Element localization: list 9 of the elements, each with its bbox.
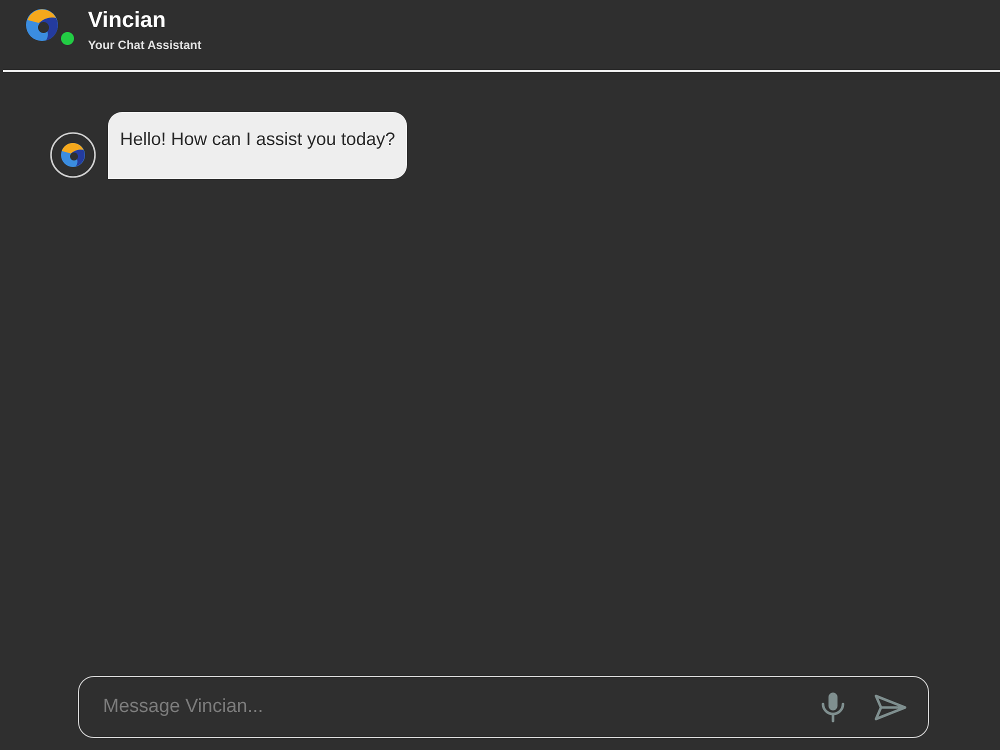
app-subtitle: Your Chat Assistant <box>88 38 202 52</box>
chat-message: Hello! How can I assist you today? <box>108 112 408 179</box>
logo-icon <box>25 8 59 42</box>
microphone-icon <box>821 691 845 723</box>
send-icon <box>874 694 906 720</box>
message-input-field[interactable]: Message Vincian... <box>103 689 806 725</box>
bot-avatar-icon <box>50 132 96 178</box>
app-title: Vincian <box>88 7 167 33</box>
message-composer[interactable]: Message Vincian... <box>78 676 929 738</box>
